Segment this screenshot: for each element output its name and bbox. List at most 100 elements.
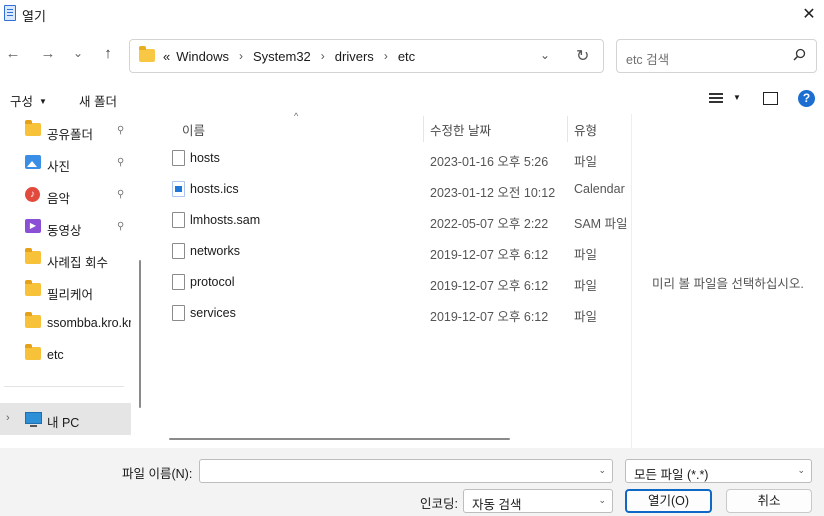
file-name: protocol: [190, 275, 235, 289]
file-icon: [172, 212, 185, 228]
file-name: lmhosts.sam: [190, 213, 261, 227]
folder-icon: [25, 312, 41, 328]
close-button[interactable]: ✕: [794, 0, 824, 28]
search-input[interactable]: etc 검색: [626, 49, 669, 68]
file-icon: [172, 305, 185, 321]
breadcrumb-drivers[interactable]: drivers: [332, 49, 377, 64]
sidebar-item-shared-folder[interactable]: 공유폴더 ⚲: [0, 116, 131, 144]
file-row-networks[interactable]: networks 2019-12-07 오후 6:12 파일: [151, 236, 632, 267]
horizontal-scrollbar[interactable]: [169, 438, 510, 440]
folder-icon: [25, 280, 41, 296]
pin-icon[interactable]: ⚲: [117, 189, 124, 200]
file-list: ^ 이름 수정한 날짜 유형 hosts 2023-01-16 오후 5:26 …: [151, 111, 632, 448]
file-type: 파일: [574, 279, 598, 293]
encoding-select[interactable]: 자동 검색 ⌄: [463, 489, 613, 513]
preview-pane-icon[interactable]: [763, 92, 778, 105]
search-box[interactable]: etc 검색: [616, 39, 817, 73]
sidebar-item-label: 동영상: [47, 224, 82, 238]
recent-locations-button[interactable]: ⌄: [67, 42, 89, 64]
sidebar-item-casebook[interactable]: 사례집 회수: [0, 244, 131, 272]
chevron-down-icon[interactable]: ⌄: [797, 465, 805, 476]
breadcrumb-system32[interactable]: System32: [250, 49, 314, 64]
expand-chevron-icon[interactable]: ›: [6, 412, 10, 424]
breadcrumb-separator-icon[interactable]: ›: [314, 49, 332, 64]
organize-button[interactable]: 구성 ▼: [10, 91, 47, 110]
pin-icon[interactable]: ⚲: [117, 125, 124, 136]
file-date: 2023-01-16 오후 5:26: [430, 155, 549, 169]
breadcrumb: « Windows › System32 › drivers › etc: [160, 49, 418, 64]
filename-combobox[interactable]: ⌄: [199, 459, 613, 483]
file-name: hosts: [190, 151, 220, 165]
window-title: 열기: [22, 9, 46, 24]
pin-icon[interactable]: ⚲: [117, 221, 124, 232]
breadcrumb-separator-icon[interactable]: ›: [377, 49, 395, 64]
sidebar-item-label: ssombba.kro.kr: [47, 316, 131, 330]
breadcrumb-separator-icon[interactable]: ›: [232, 49, 250, 64]
encoding-label: 인코딩:: [420, 497, 458, 511]
file-name: services: [190, 306, 236, 320]
refresh-icon[interactable]: ↻: [576, 46, 589, 66]
folder-icon: [25, 248, 41, 264]
breadcrumb-etc[interactable]: etc: [395, 49, 418, 64]
notepad-icon: [4, 5, 16, 21]
pictures-icon: [25, 155, 41, 169]
sidebar-item-music[interactable]: ♪ 음악 ⚲: [0, 180, 131, 208]
sidebar-item-ssombba[interactable]: ssombba.kro.kr: [0, 308, 131, 336]
caret-down-icon: ▼: [39, 97, 47, 106]
preview-pane: 미리 볼 파일을 선택하십시오.: [633, 114, 824, 448]
column-divider[interactable]: [423, 116, 424, 142]
sidebar-item-label: 필리케어: [47, 288, 94, 302]
sidebar-item-pictures[interactable]: 사진 ⚲: [0, 148, 131, 176]
file-row-protocol[interactable]: protocol 2019-12-07 오후 6:12 파일: [151, 267, 632, 298]
address-bar[interactable]: « Windows › System32 › drivers › etc ⌄ ↻: [129, 39, 604, 73]
column-header-name[interactable]: 이름: [182, 120, 205, 139]
sidebar-item-philicare[interactable]: 필리케어: [0, 276, 131, 304]
breadcrumb-overflow[interactable]: «: [160, 49, 173, 64]
organize-label: 구성: [10, 95, 34, 109]
open-button[interactable]: 열기(O): [625, 489, 712, 513]
file-type: SAM 파일: [574, 217, 628, 231]
navigation-pane: 공유폴더 ⚲ 사진 ⚲ ♪ 음악 ⚲ ▶ 동영상 ⚲ 사례집 회수 필리케어 s…: [0, 114, 131, 448]
file-row-lmhosts[interactable]: lmhosts.sam 2022-05-07 오후 2:22 SAM 파일: [151, 205, 632, 236]
file-type: 파일: [574, 155, 598, 169]
sidebar-item-videos[interactable]: ▶ 동영상 ⚲: [0, 212, 131, 240]
back-button[interactable]: ←: [2, 42, 24, 64]
file-date: 2023-01-12 오전 10:12: [430, 186, 556, 200]
chevron-down-icon[interactable]: ⌄: [598, 465, 606, 476]
file-row-hosts-ics[interactable]: hosts.ics 2023-01-12 오전 10:12 Calendar: [151, 174, 632, 205]
file-name: hosts.ics: [190, 182, 239, 196]
column-header-date[interactable]: 수정한 날짜: [430, 120, 491, 139]
encoding-value: 자동 검색: [472, 498, 522, 512]
chevron-down-icon[interactable]: ⌄: [598, 495, 606, 506]
file-type-filter-select[interactable]: 모든 파일 (*.*) ⌄: [625, 459, 812, 483]
breadcrumb-windows[interactable]: Windows: [173, 49, 232, 64]
file-row-hosts[interactable]: hosts 2023-01-16 오후 5:26 파일: [151, 143, 632, 174]
cancel-button[interactable]: 취소: [726, 489, 812, 513]
file-date: 2022-05-07 오후 2:22: [430, 217, 549, 231]
view-options-icon[interactable]: [709, 92, 723, 104]
title-bar: 열기 ✕: [0, 0, 824, 28]
file-name: networks: [190, 244, 241, 258]
forward-button[interactable]: →: [37, 42, 59, 64]
dialog-footer: 파일 이름(N): ⌄ 모든 파일 (*.*) ⌄ 인코딩: 자동 검색 ⌄ 열…: [0, 448, 824, 516]
sidebar-item-label: 사례집 회수: [47, 256, 108, 270]
column-divider[interactable]: [567, 116, 568, 142]
sort-ascending-icon: ^: [294, 111, 299, 121]
help-icon[interactable]: ?: [798, 90, 815, 107]
file-date: 2019-12-07 오후 6:12: [430, 279, 549, 293]
file-type: Calendar: [574, 182, 625, 196]
sidebar-scrollbar[interactable]: [139, 260, 141, 408]
sidebar-item-etc[interactable]: etc: [0, 340, 131, 368]
file-icon: [172, 274, 185, 290]
file-icon: [172, 150, 185, 166]
pin-icon[interactable]: ⚲: [117, 157, 124, 168]
new-folder-button[interactable]: 새 폴더: [79, 91, 117, 110]
view-dropdown-icon[interactable]: ▼: [733, 93, 741, 102]
up-button[interactable]: ↑: [97, 42, 119, 64]
file-row-services[interactable]: services 2019-12-07 오후 6:12 파일: [151, 298, 632, 329]
command-bar: 구성 ▼ 새 폴더 ▼ ?: [0, 84, 824, 114]
search-icon[interactable]: [793, 48, 806, 61]
address-dropdown-icon[interactable]: ⌄: [540, 48, 550, 62]
sidebar-item-this-pc[interactable]: › 내 PC: [0, 403, 131, 435]
column-header-type[interactable]: 유형: [574, 120, 597, 139]
